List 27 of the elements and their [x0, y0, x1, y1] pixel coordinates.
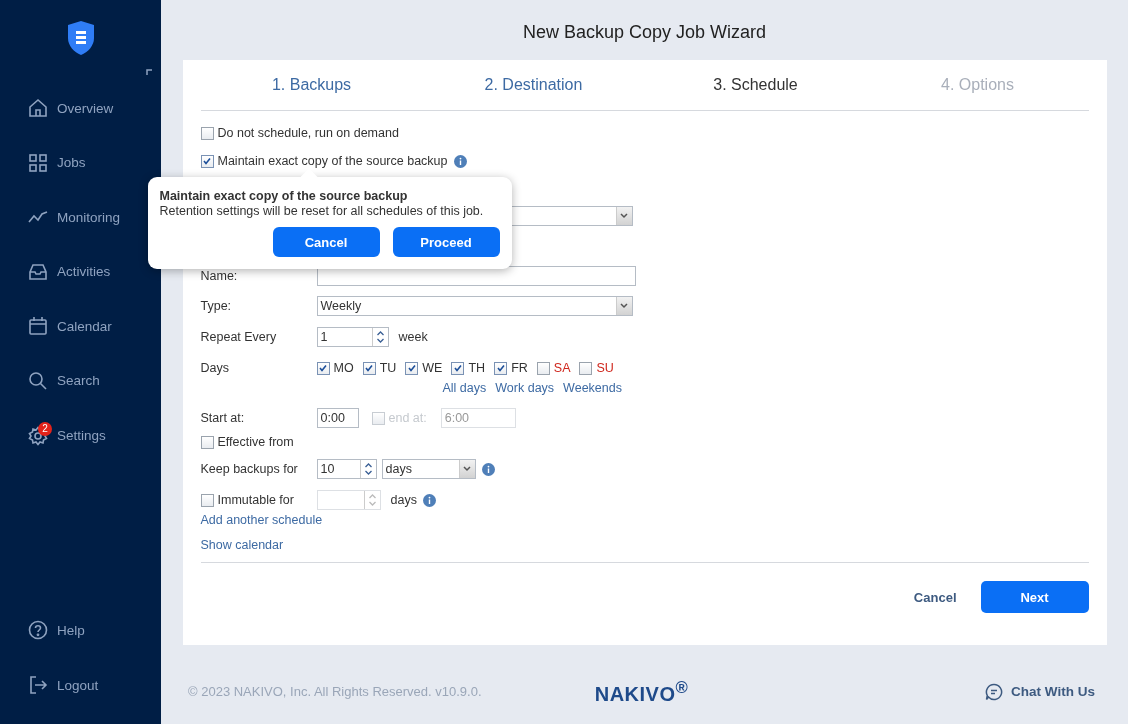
day-label: MO: [333, 361, 354, 375]
day-label: SU: [596, 361, 614, 375]
day-label: TU: [379, 361, 397, 375]
brand-logo: NAKIVO$^{®}$: [594, 678, 689, 706]
day-label: WE: [422, 361, 443, 375]
window-title: New Backup Copy Job Wizard: [522, 21, 767, 43]
field-label: Start at:: [200, 411, 246, 425]
unit-label: week: [398, 330, 428, 344]
copyright-text: © 2023 NAKIVO, Inc. All Rights Reserved. v10.9.0.: [188, 684, 483, 700]
unit-label: days: [390, 493, 417, 507]
field-label: Name:: [200, 269, 239, 283]
notification-badge: 2: [38, 421, 52, 436]
checkbox-label: Immutable for: [217, 493, 294, 507]
chat-label: Chat With Us: [1011, 684, 1095, 700]
checkbox-label: Effective from: [217, 435, 294, 449]
checkbox-label: Do not schedule, run on demand: [217, 126, 399, 140]
checkbox-label: Maintain exact copy of the source backup: [217, 154, 448, 168]
day-label: FR: [511, 361, 528, 375]
field-label: Type:: [200, 299, 233, 313]
day-label: TH: [468, 361, 486, 375]
field-label: Days: [200, 361, 230, 375]
day-label: SA: [553, 361, 571, 375]
popover-title: Maintain exact copy of the source backup: [159, 189, 409, 203]
field-label: Repeat Every: [200, 330, 278, 344]
popover-text: Retention settings will be reset for all schedules of this job.: [159, 204, 485, 218]
field-label: Keep backups for: [200, 462, 299, 476]
end-at-label: end at:: [388, 411, 427, 425]
